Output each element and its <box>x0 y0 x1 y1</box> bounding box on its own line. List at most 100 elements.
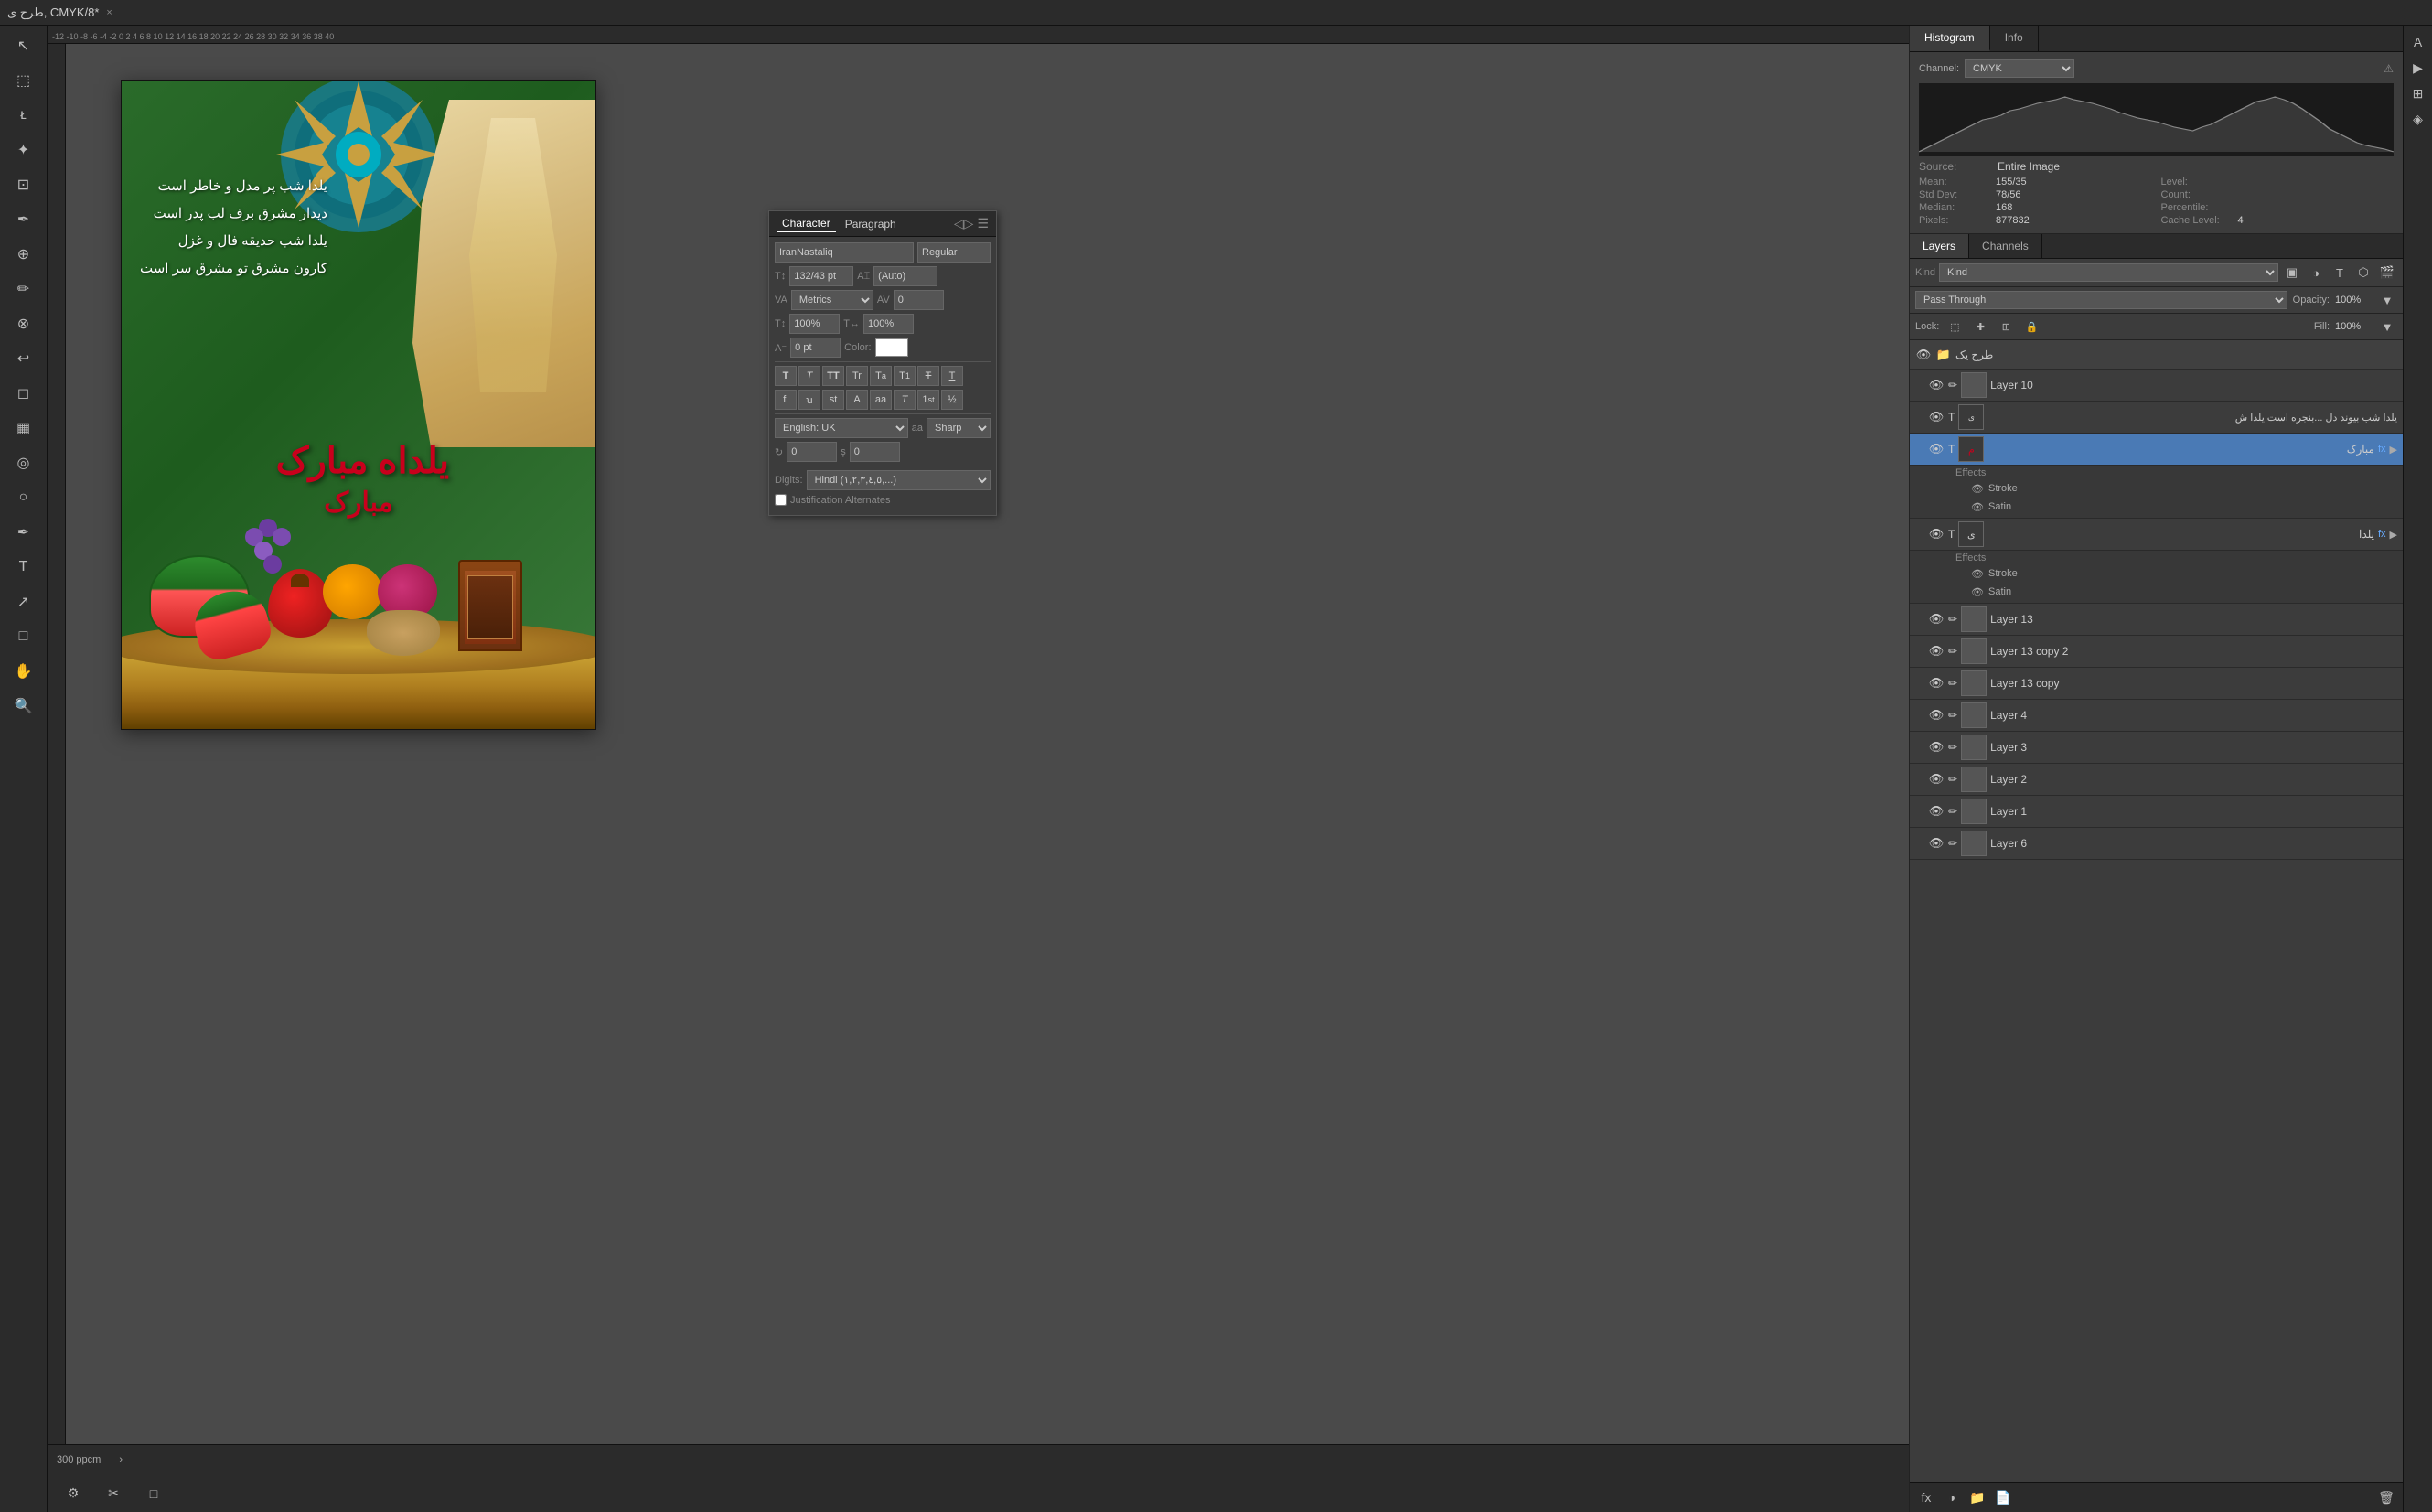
mask-button[interactable]: □ <box>137 1477 170 1510</box>
tab-layers[interactable]: Layers <box>1910 234 1969 258</box>
layer-item-layer10[interactable]: 👁 ✏ Layer 10 <box>1910 370 2403 402</box>
eye-stroke-text3[interactable]: 👁 <box>1970 566 1985 581</box>
mini-tool-1[interactable]: A <box>2405 29 2431 55</box>
style-T-button[interactable]: T <box>775 366 797 386</box>
kind-filter-select[interactable]: Kind <box>1939 263 2278 282</box>
eye-stroke-text2[interactable]: 👁 <box>1970 481 1985 496</box>
layer-item-layer13copy2[interactable]: 👁 ✏ Layer 13 copy 2 <box>1910 636 2403 668</box>
eye-layer4[interactable]: 👁 <box>1928 707 1945 724</box>
font-size-input[interactable] <box>789 266 853 286</box>
new-group-button[interactable]: 📁 <box>1966 1486 1988 1508</box>
eye-layer2[interactable]: 👁 <box>1928 771 1945 788</box>
leading-input[interactable] <box>873 266 937 286</box>
ordinal-button[interactable]: 1st <box>917 390 939 410</box>
eye-text2[interactable]: 👁 <box>1928 441 1945 457</box>
filter-shape-button[interactable]: ⬡ <box>2353 263 2373 283</box>
eye-layer10[interactable]: 👁 <box>1928 377 1945 393</box>
vscale-input[interactable] <box>789 314 840 334</box>
fi-button[interactable]: fi <box>775 390 797 410</box>
hscale-input[interactable] <box>863 314 914 334</box>
eye-satin-text2[interactable]: 👁 <box>1970 499 1985 514</box>
baseline-input[interactable] <box>790 338 841 358</box>
eye-layer3[interactable]: 👁 <box>1928 739 1945 756</box>
layer-item-text1[interactable]: 👁 T ی یلدا شب بیوند دل ...بنجره است یلدا… <box>1910 402 2403 434</box>
path-select-tool[interactable]: ↗ <box>7 585 40 618</box>
mini-tool-4[interactable]: ◈ <box>2405 106 2431 132</box>
italic2-button[interactable]: T <box>894 390 916 410</box>
eye-layer13copy2[interactable]: 👁 <box>1928 643 1945 659</box>
history-brush-tool[interactable]: ↩ <box>7 342 40 375</box>
slant-input[interactable] <box>850 442 900 462</box>
eye-text1[interactable]: 👁 <box>1928 409 1945 425</box>
marquee-tool[interactable]: ⬚ <box>7 64 40 97</box>
filter-pixel-button[interactable]: ▣ <box>2282 263 2302 283</box>
font-name-input[interactable] <box>775 242 914 263</box>
swash-button[interactable]: ꭒ <box>798 390 820 410</box>
font-style-input[interactable] <box>917 242 991 263</box>
effect-satin-text2[interactable]: 👁 Satin <box>1955 498 2397 516</box>
zoom-tool[interactable]: 🔍 <box>7 690 40 723</box>
eyedropper-tool[interactable]: ✒ <box>7 203 40 236</box>
eye-layer13[interactable]: 👁 <box>1928 611 1945 627</box>
clone-stamp-tool[interactable]: ⊗ <box>7 307 40 340</box>
rotate-input[interactable] <box>787 442 837 462</box>
st-button[interactable]: st <box>822 390 844 410</box>
move-tool[interactable]: ↖ <box>7 29 40 62</box>
brush-tool[interactable]: ✏ <box>7 273 40 306</box>
style-TT-button[interactable]: TT <box>822 366 844 386</box>
expand-icon-text3[interactable]: ▶ <box>2390 529 2397 541</box>
style-Tr-button[interactable]: Tr <box>846 366 868 386</box>
shape-tool[interactable]: □ <box>7 620 40 653</box>
char-tab-paragraph[interactable]: Paragraph <box>840 216 902 232</box>
filter-adjustment-button[interactable]: ◑ <box>2306 263 2326 283</box>
lock-all-button[interactable]: 🔒 <box>2021 316 2041 337</box>
justification-checkbox[interactable] <box>775 494 787 506</box>
layer-item-group1[interactable]: 👁 📁 طرح یک <box>1910 340 2403 370</box>
style-Ta-button[interactable]: Ta <box>870 366 892 386</box>
filter-smart-button[interactable]: 🎬 <box>2377 263 2397 283</box>
effect-stroke-text3[interactable]: 👁 Stroke <box>1955 564 2397 583</box>
style-Ti-button[interactable]: T <box>798 366 820 386</box>
eye-layer1[interactable]: 👁 <box>1928 803 1945 820</box>
frac-button[interactable]: ½ <box>941 390 963 410</box>
layer-item-layer2[interactable]: 👁 ✏ Layer 2 <box>1910 764 2403 796</box>
layers-list[interactable]: 👁 📁 طرح یک 👁 ✏ Layer 10 <box>1910 340 2403 1482</box>
eye-satin-text3[interactable]: 👁 <box>1970 584 1985 599</box>
expand-icon-text2[interactable]: ▶ <box>2390 444 2397 456</box>
fx-button[interactable]: fx <box>1915 1486 1937 1508</box>
aa-button[interactable]: A <box>846 390 868 410</box>
language-select[interactable]: English: UK English: USA Persian Arabic <box>775 418 908 438</box>
magic-wand-tool[interactable]: ✦ <box>7 134 40 166</box>
settings-button[interactable]: ⚙ <box>57 1477 90 1510</box>
delete-layer-button[interactable]: 🗑 <box>2375 1486 2397 1508</box>
lock-artboard-button[interactable]: ⊞ <box>1996 316 2016 337</box>
blur-tool[interactable]: ◎ <box>7 446 40 479</box>
layer-item-text3[interactable]: 👁 T ی یلدا fx ▶ <box>1910 519 2403 551</box>
tab-info[interactable]: Info <box>1990 26 2039 51</box>
kern-input[interactable] <box>894 290 944 310</box>
eye-group1[interactable]: 👁 <box>1915 347 1932 363</box>
type-tool[interactable]: T <box>7 551 40 584</box>
blend-mode-select[interactable]: Pass Through <box>1915 291 2287 309</box>
lock-position-button[interactable]: ✚ <box>1970 316 1990 337</box>
opacity-chevron[interactable]: ▼ <box>2377 290 2397 310</box>
gradient-tool[interactable]: ▦ <box>7 412 40 445</box>
eraser-tool[interactable]: ◻ <box>7 377 40 410</box>
filter-type-button[interactable]: T <box>2330 263 2350 283</box>
layer-item-layer6[interactable]: 👁 ✏ Layer 6 <box>1910 828 2403 860</box>
eye-layer6[interactable]: 👁 <box>1928 835 1945 852</box>
channel-select[interactable]: CMYK <box>1965 59 2074 78</box>
layer-item-layer13[interactable]: 👁 ✏ Layer 13 <box>1910 604 2403 636</box>
fill-chevron[interactable]: ▼ <box>2377 316 2397 337</box>
hand-tool[interactable]: ✋ <box>7 655 40 688</box>
effect-satin-text3[interactable]: 👁 Satin <box>1955 583 2397 601</box>
char-tab-character[interactable]: Character <box>777 215 836 232</box>
tab-histogram[interactable]: Histogram <box>1910 26 1990 51</box>
layer-item-layer3[interactable]: 👁 ✏ Layer 3 <box>1910 732 2403 764</box>
aa-select[interactable]: Sharp Crisp Strong Smooth None <box>927 418 991 438</box>
style-Ts-button[interactable]: T <box>917 366 939 386</box>
layer-item-layer4[interactable]: 👁 ✏ Layer 4 <box>1910 700 2403 732</box>
close-button[interactable]: × <box>106 7 112 18</box>
style-T1-button[interactable]: T1 <box>894 366 916 386</box>
crop-tool[interactable]: ⊡ <box>7 168 40 201</box>
